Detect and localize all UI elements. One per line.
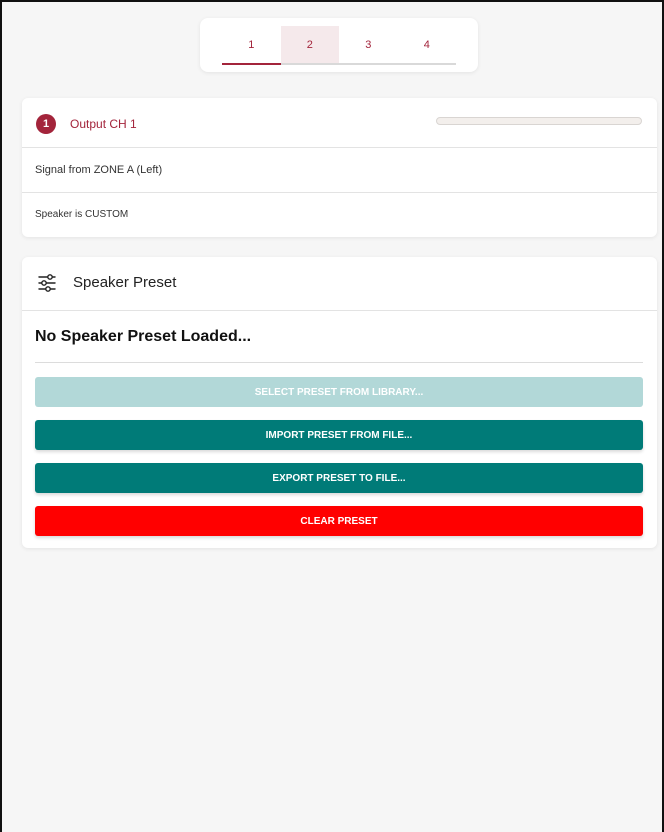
speaker-preset-title: Speaker Preset (73, 274, 177, 291)
clear-preset-button[interactable]: Clear preset (35, 506, 643, 536)
tab-channel-4[interactable]: 4 (398, 26, 457, 63)
speaker-status-text: Speaker is CUSTOM (35, 209, 129, 220)
export-preset-button[interactable]: Export preset to file... (35, 463, 643, 493)
signal-source-row[interactable]: Signal from ZONE A (Left) (22, 148, 657, 193)
divider (35, 362, 643, 363)
channel-tabs: 1 2 3 4 (200, 18, 478, 72)
tune-sliders-icon (38, 274, 56, 292)
channel-info-card: 1 Output CH 1 Signal from ZONE A (Left) … (22, 98, 657, 237)
speaker-status-row[interactable]: Speaker is CUSTOM (22, 193, 657, 237)
channel-title: Output CH 1 (70, 117, 137, 131)
tabs-underline (222, 63, 456, 65)
import-preset-button[interactable]: Import preset from file... (35, 420, 643, 450)
tab-channel-2[interactable]: 2 (280, 26, 339, 63)
level-meter (436, 117, 642, 125)
signal-source-text: Signal from ZONE A (Left) (35, 164, 163, 176)
preset-status: No Speaker Preset Loaded... (35, 328, 252, 345)
channel-header: 1 Output CH 1 (22, 98, 657, 148)
speaker-preset-header: Speaker Preset (22, 257, 657, 311)
tab-channel-3[interactable]: 3 (339, 26, 398, 63)
active-tab-indicator (222, 63, 281, 65)
tab-channel-1[interactable]: 1 (222, 26, 281, 63)
channel-number-badge: 1 (36, 114, 56, 134)
speaker-preset-card: Speaker Preset No Speaker Preset Loaded.… (22, 257, 657, 548)
select-preset-button[interactable]: Select preset from library... (35, 377, 643, 407)
